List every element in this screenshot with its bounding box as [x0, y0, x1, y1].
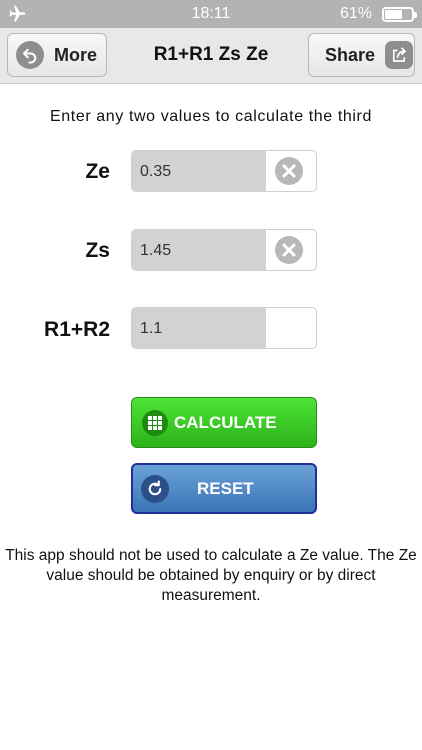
zs-value: 1.45 — [140, 242, 172, 259]
zs-input[interactable]: 1.45 — [132, 230, 266, 270]
zs-clear-icon[interactable] — [275, 236, 303, 264]
ze-clear-icon[interactable] — [275, 157, 303, 185]
ze-label: Ze — [85, 160, 110, 183]
battery-percentage: 61% — [339, 5, 372, 22]
more-button-label: More — [54, 44, 98, 65]
nav-bar: More R1+R1 Zs Ze Share — [0, 28, 422, 84]
share-button[interactable]: Share — [308, 33, 415, 77]
zs-field[interactable]: 1.45 — [131, 229, 317, 271]
reset-button[interactable]: RESET — [131, 463, 317, 514]
refresh-icon — [141, 474, 169, 503]
back-arrow-icon — [16, 41, 44, 69]
battery-fill — [385, 10, 403, 19]
calculator-grid-icon — [142, 409, 168, 436]
r1-r2-field[interactable]: 1.1 — [131, 307, 317, 349]
disclaimer-text: This app should not be used to calculate… — [5, 547, 417, 604]
ze-field[interactable]: 0.35 — [131, 150, 317, 192]
battery-nub — [414, 12, 417, 18]
ze-input[interactable]: 0.35 — [132, 151, 266, 191]
r1-r2-label: R1+R2 — [44, 318, 110, 341]
r1-r2-input[interactable]: 1.1 — [132, 308, 266, 348]
status-bar: 18:11 61% — [0, 0, 422, 28]
calculate-button[interactable]: CALCULATE — [131, 397, 317, 448]
instruction-text: Enter any two values to calculate the th… — [50, 108, 372, 125]
page-title: R1+R1 Zs Ze — [153, 44, 269, 65]
r1-r2-value: 1.1 — [140, 320, 163, 337]
more-button[interactable]: More — [7, 33, 107, 77]
zs-label: Zs — [85, 239, 110, 262]
reset-button-label: RESET — [197, 478, 254, 498]
ze-value: 0.35 — [140, 163, 172, 180]
share-button-label: Share — [325, 44, 376, 65]
share-icon — [385, 41, 414, 69]
calculate-button-label: CALCULATE — [174, 412, 277, 432]
battery-icon — [382, 7, 417, 22]
